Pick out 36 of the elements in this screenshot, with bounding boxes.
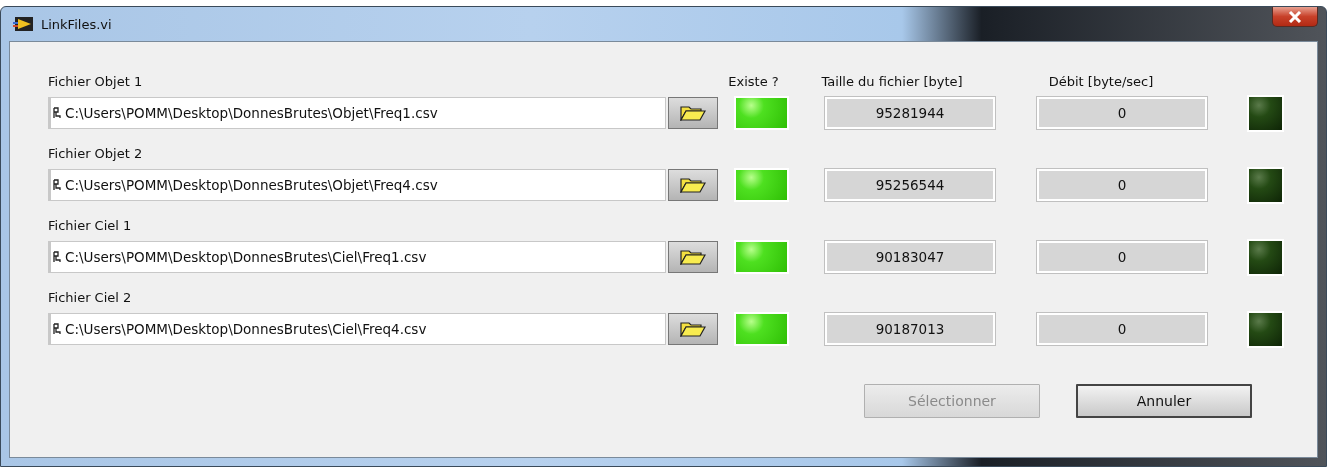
path-field[interactable]: C:\Users\POMM\Desktop\DonnesBrutes\Objet\Freq1.csv <box>48 97 666 129</box>
folder-icon <box>680 321 706 337</box>
path-field[interactable]: C:\Users\POMM\Desktop\DonnesBrutes\Ciel\Freq1.csv <box>48 241 666 273</box>
window-title: LinkFiles.vi <box>41 16 112 32</box>
field-label: Fichier Objet 2 <box>48 145 144 163</box>
column-header: Débit [byte/sec] <box>1048 73 1154 91</box>
field-label: Fichier Ciel 1 <box>48 217 133 235</box>
size-display: 95281944 <box>825 97 995 129</box>
folder-icon <box>680 105 706 121</box>
rate-display: 0 <box>1037 169 1207 201</box>
column-header: Taille du fichier [byte] <box>821 73 963 91</box>
rate-display: 0 <box>1037 97 1207 129</box>
browse-button[interactable] <box>668 241 718 273</box>
path-icon <box>53 179 61 191</box>
app-icon <box>13 16 35 32</box>
browse-button[interactable] <box>668 97 718 129</box>
folder-icon <box>680 249 706 265</box>
path-field[interactable]: C:\Users\POMM\Desktop\DonnesBrutes\Objet\Freq4.csv <box>48 169 666 201</box>
path-icon <box>53 107 61 119</box>
rate-display: 0 <box>1037 241 1207 273</box>
rate-display: 0 <box>1037 313 1207 345</box>
browse-button[interactable] <box>668 313 718 345</box>
field-label: Fichier Ciel 2 <box>48 289 133 307</box>
size-display: 90183047 <box>825 241 995 273</box>
path-icon <box>53 323 61 335</box>
browse-button[interactable] <box>668 169 718 201</box>
path-icon <box>53 251 61 263</box>
size-display: 90187013 <box>825 313 995 345</box>
size-display: 95256544 <box>825 169 995 201</box>
path-field[interactable]: C:\Users\POMM\Desktop\DonnesBrutes\Ciel\Freq4.csv <box>48 313 666 345</box>
column-header: Existe ? <box>728 73 779 91</box>
close-button[interactable] <box>1272 7 1318 27</box>
folder-icon <box>680 177 706 193</box>
dialog-button[interactable]: Annuler <box>1076 384 1252 418</box>
close-icon <box>1288 10 1302 23</box>
field-label: Fichier Objet 1 <box>48 73 144 91</box>
